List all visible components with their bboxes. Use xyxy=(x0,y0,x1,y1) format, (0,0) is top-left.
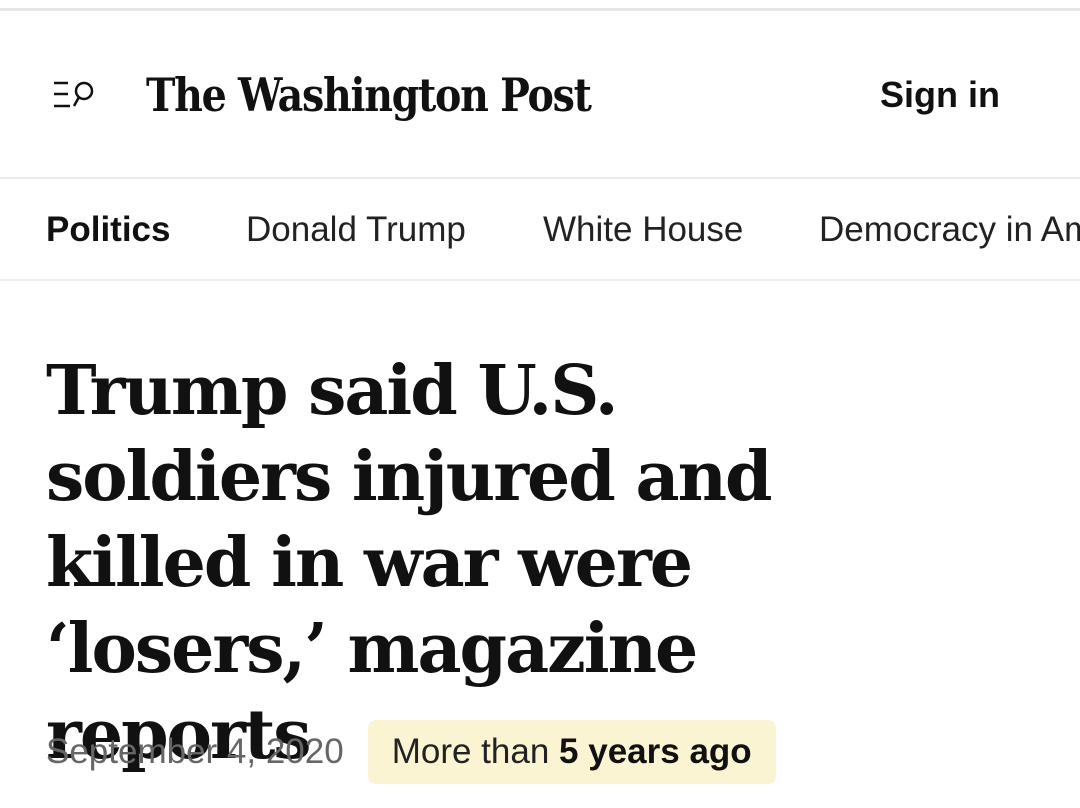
article-age-badge: More than 5 years ago xyxy=(367,720,776,784)
nav-item-white-house[interactable]: White House xyxy=(543,208,743,252)
publish-date: September 4, 2020 xyxy=(46,732,344,771)
age-prefix: More than xyxy=(391,732,550,771)
sign-in-button[interactable]: Sign in xyxy=(880,73,1000,117)
section-nav: Politics Donald Trump White House Democr… xyxy=(0,179,1080,281)
nav-item-donald-trump[interactable]: Donald Trump xyxy=(246,208,466,252)
menu-search-icon[interactable] xyxy=(52,79,96,111)
site-header: The Washington Post Sign in xyxy=(0,11,1080,179)
menu-search-icon-graphic xyxy=(54,81,94,108)
nav-item-democracy-in-america[interactable]: Democracy in America xyxy=(819,208,1080,252)
nav-item-politics[interactable]: Politics xyxy=(46,208,170,252)
age-value: 5 years ago xyxy=(559,732,752,771)
article-headline: Trump said U.S. soldiers injured and kil… xyxy=(46,351,773,775)
site-logo[interactable]: The Washington Post xyxy=(146,55,592,135)
article-meta: September 4, 2020 More than 5 years ago xyxy=(46,718,776,786)
